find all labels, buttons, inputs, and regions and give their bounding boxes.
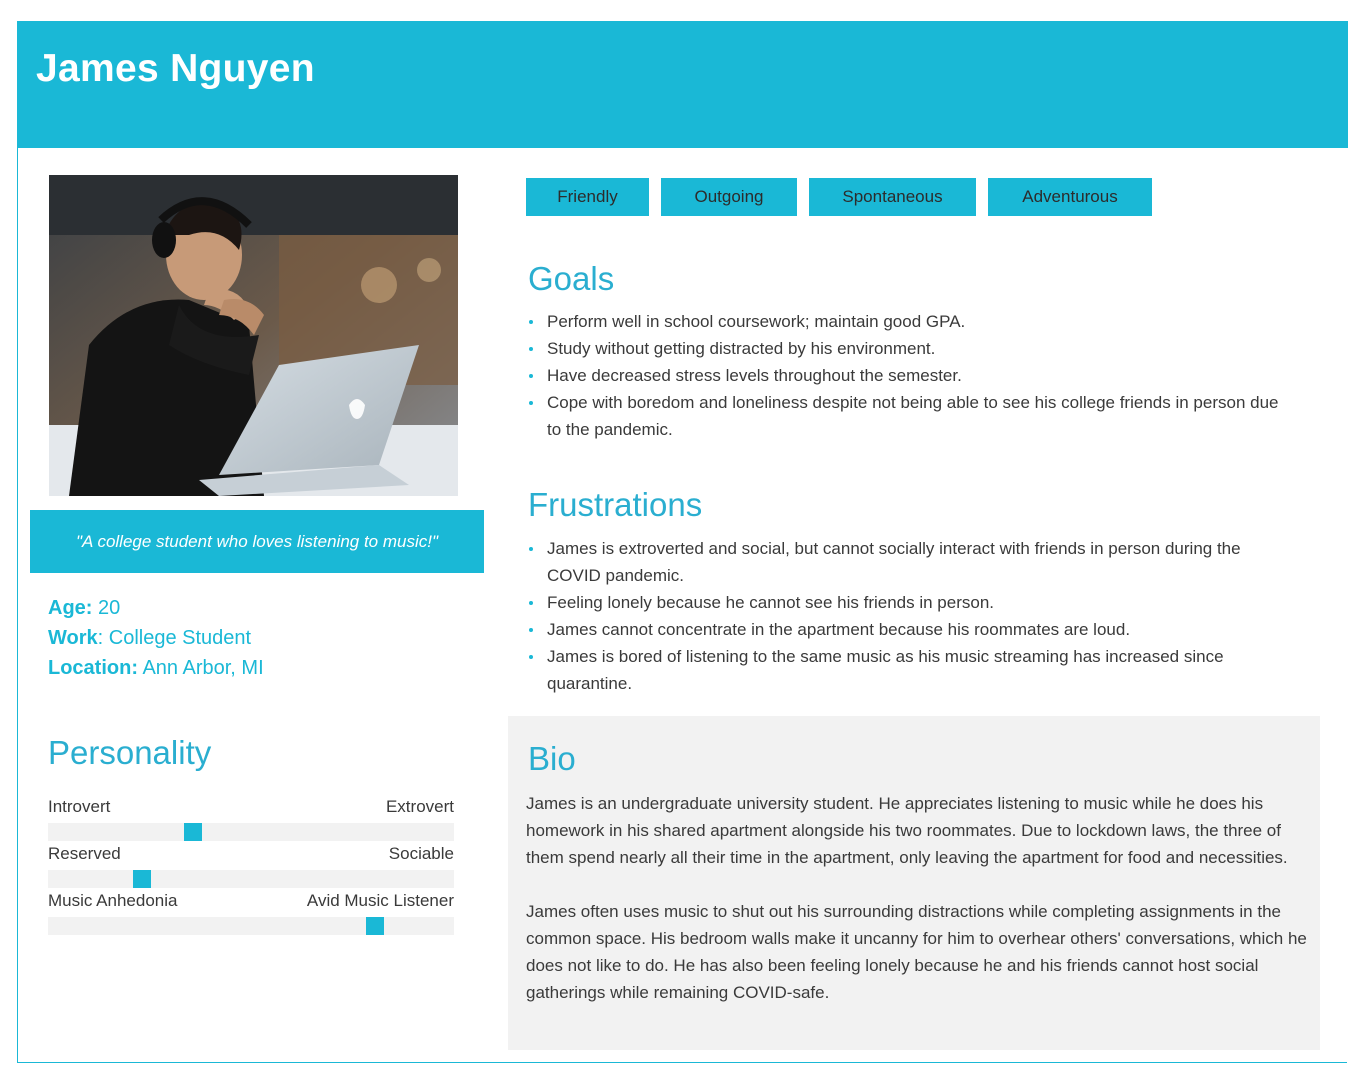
fact-label: Work (48, 627, 98, 649)
persona-facts: Age: 20 Work: College Student Location: … (48, 593, 264, 683)
scale-right-label: Sociable (388, 844, 454, 863)
goals-list: Perform well in school coursework; maint… (526, 308, 1286, 443)
fact-work: Work: College Student (48, 623, 264, 653)
list-item: Study without getting distracted by his … (526, 335, 1286, 362)
scale-left-label: Music Anhedonia (48, 891, 178, 910)
scale-marker (133, 870, 151, 888)
header-banner: James Nguyen (17, 21, 1348, 148)
bio-text: James is an undergraduate university stu… (526, 790, 1316, 1033)
persona-name: James Nguyen (36, 47, 315, 90)
scale-marker (366, 917, 384, 935)
scale-left-label: Reserved (48, 844, 121, 863)
list-item: James is extroverted and social, but can… (526, 535, 1296, 589)
personality-scale-2: Reserved Sociable (48, 844, 454, 888)
trait-tags: Friendly Outgoing Spontaneous Adventurou… (526, 178, 1164, 216)
persona-quote: "A college student who loves listening t… (30, 510, 484, 573)
bio-paragraph: James often uses music to shut out his s… (526, 902, 1307, 1002)
fact-value: : College Student (97, 627, 252, 649)
tag-outgoing: Outgoing (661, 178, 797, 216)
list-item: James cannot concentrate in the apartmen… (526, 616, 1296, 643)
list-item: Have decreased stress levels throughout … (526, 362, 1286, 389)
personality-scale-3: Music Anhedonia Avid Music Listener (48, 891, 454, 935)
fact-value: Ann Arbor, MI (142, 657, 264, 679)
tag-spontaneous: Spontaneous (809, 178, 976, 216)
scale-track (48, 823, 454, 841)
tag-friendly: Friendly (526, 178, 649, 216)
list-item: Perform well in school coursework; maint… (526, 308, 1286, 335)
personality-scale-1: Introvert Extrovert (48, 797, 454, 841)
scale-marker (184, 823, 202, 841)
bio-paragraph: James is an undergraduate university stu… (526, 794, 1288, 867)
list-item: Feeling lonely because he cannot see his… (526, 589, 1296, 616)
bio-title: Bio (528, 740, 576, 777)
fact-age: Age: 20 (48, 593, 264, 623)
scale-track (48, 917, 454, 935)
scale-right-label: Extrovert (385, 797, 454, 816)
frustrations-list: James is extroverted and social, but can… (526, 535, 1296, 697)
fact-label: Age: (48, 597, 93, 619)
persona-photo (49, 175, 458, 496)
fact-value: 20 (98, 597, 121, 619)
scale-left-label: Introvert (48, 797, 111, 816)
fact-label: Location: (48, 657, 138, 679)
scale-track (48, 870, 454, 888)
fact-location: Location: Ann Arbor, MI (48, 653, 264, 683)
frustrations-title: Frustrations (528, 486, 703, 523)
personality-title: Personality (48, 734, 212, 771)
scale-right-label: Avid Music Listener (306, 891, 454, 910)
goals-title: Goals (528, 260, 615, 297)
list-item: Cope with boredom and loneliness despite… (526, 389, 1286, 443)
tag-adventurous: Adventurous (988, 178, 1152, 216)
list-item: James is bored of listening to the same … (526, 643, 1296, 697)
